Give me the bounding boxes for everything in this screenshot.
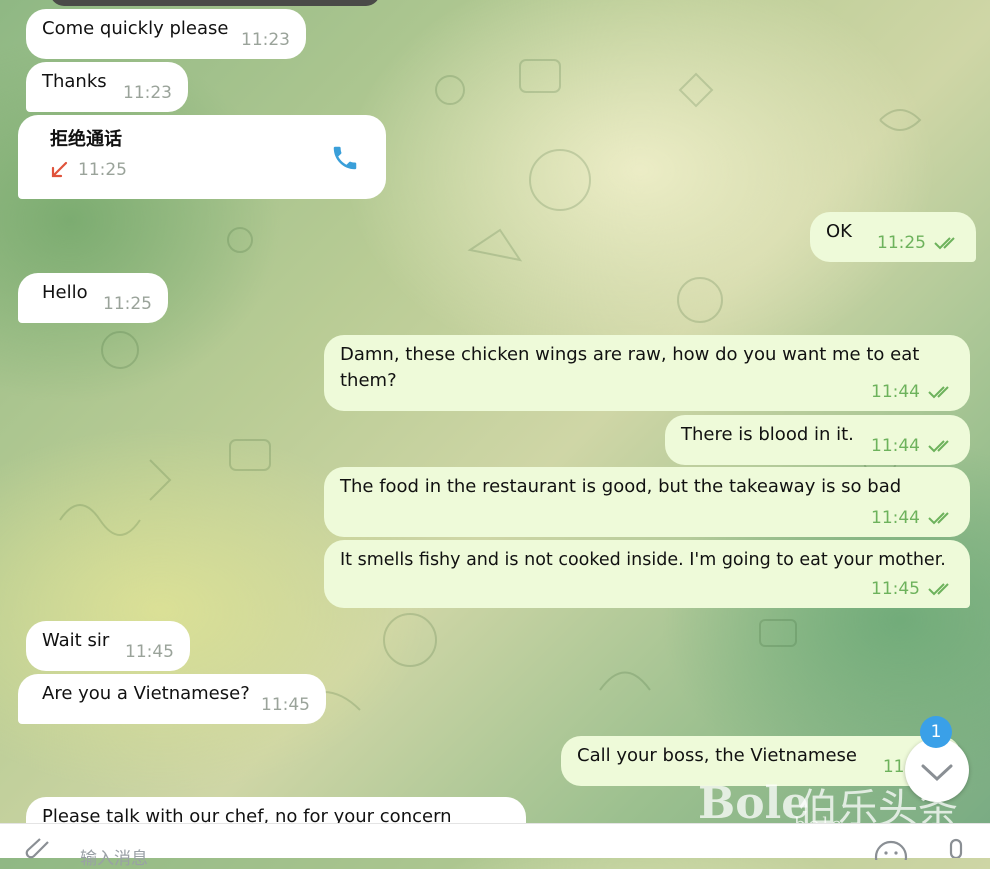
call-time: 11:25 bbox=[78, 160, 127, 180]
message-text: Call your boss, the Vietnamese bbox=[577, 745, 857, 766]
incoming-message[interactable]: Are you a Vietnamese? 11:45 bbox=[18, 674, 326, 724]
missed-call-arrow-icon bbox=[51, 161, 68, 178]
outgoing-message[interactable]: The food in the restaurant is good, but … bbox=[324, 467, 970, 537]
message-time: 11:44 bbox=[871, 379, 954, 405]
double-check-icon bbox=[928, 440, 949, 453]
message-text: The food in the restaurant is good, but … bbox=[340, 476, 902, 497]
outgoing-message[interactable]: It smells fishy and is not cooked inside… bbox=[324, 540, 970, 608]
message-time: 11:44 bbox=[871, 433, 954, 459]
incoming-message[interactable]: Come quickly please 11:23 bbox=[26, 9, 306, 59]
message-time: 11:44 bbox=[871, 505, 954, 531]
watermark-brand: Bole bbox=[698, 778, 810, 829]
message-text: Hello bbox=[42, 282, 88, 303]
message-text: It smells fishy and is not cooked inside… bbox=[340, 550, 946, 570]
incoming-message[interactable]: Wait sir 11:45 bbox=[26, 621, 190, 671]
message-text: Come quickly please bbox=[42, 18, 229, 39]
message-time: 11:23 bbox=[123, 83, 172, 103]
message-time: 11:45 bbox=[261, 695, 310, 715]
message-time: 11:23 bbox=[241, 30, 290, 50]
phone-icon[interactable] bbox=[330, 143, 360, 173]
watermark: Bole 伯乐头条 bole bbox=[690, 770, 990, 835]
declined-call-message[interactable]: 拒绝通话 11:25 bbox=[18, 115, 386, 199]
message-time: 11:45 bbox=[125, 642, 174, 662]
message-text: There is blood in it. bbox=[681, 424, 854, 445]
message-text: Thanks bbox=[42, 71, 107, 92]
message-time: 11:25 bbox=[877, 230, 960, 256]
message-time: 11:45 bbox=[871, 576, 954, 602]
outgoing-message[interactable]: OK 11:25 bbox=[810, 212, 976, 262]
message-text: Damn, these chicken wings are raw, how d… bbox=[340, 344, 920, 391]
previous-image-edge[interactable] bbox=[50, 0, 380, 6]
double-check-icon bbox=[934, 237, 955, 250]
outgoing-message[interactable]: There is blood in it. 11:44 bbox=[665, 415, 970, 465]
emoji-icon[interactable] bbox=[874, 840, 908, 860]
mic-icon[interactable] bbox=[946, 838, 966, 858]
outgoing-message[interactable]: Damn, these chicken wings are raw, how d… bbox=[324, 335, 970, 411]
double-check-icon bbox=[928, 583, 949, 596]
incoming-message[interactable]: Hello 11:25 bbox=[18, 273, 168, 323]
message-text: OK bbox=[826, 221, 852, 242]
incoming-message[interactable]: Thanks 11:23 bbox=[26, 62, 188, 112]
double-check-icon bbox=[928, 512, 949, 525]
message-text: Wait sir bbox=[42, 630, 110, 651]
message-text: Are you a Vietnamese? bbox=[42, 683, 250, 704]
message-time: 11:25 bbox=[103, 294, 152, 314]
double-check-icon bbox=[928, 386, 949, 399]
message-composer: 输入消息 bbox=[0, 823, 990, 869]
unread-count-badge: 1 bbox=[920, 716, 952, 748]
call-status-title: 拒绝通话 bbox=[50, 129, 122, 150]
